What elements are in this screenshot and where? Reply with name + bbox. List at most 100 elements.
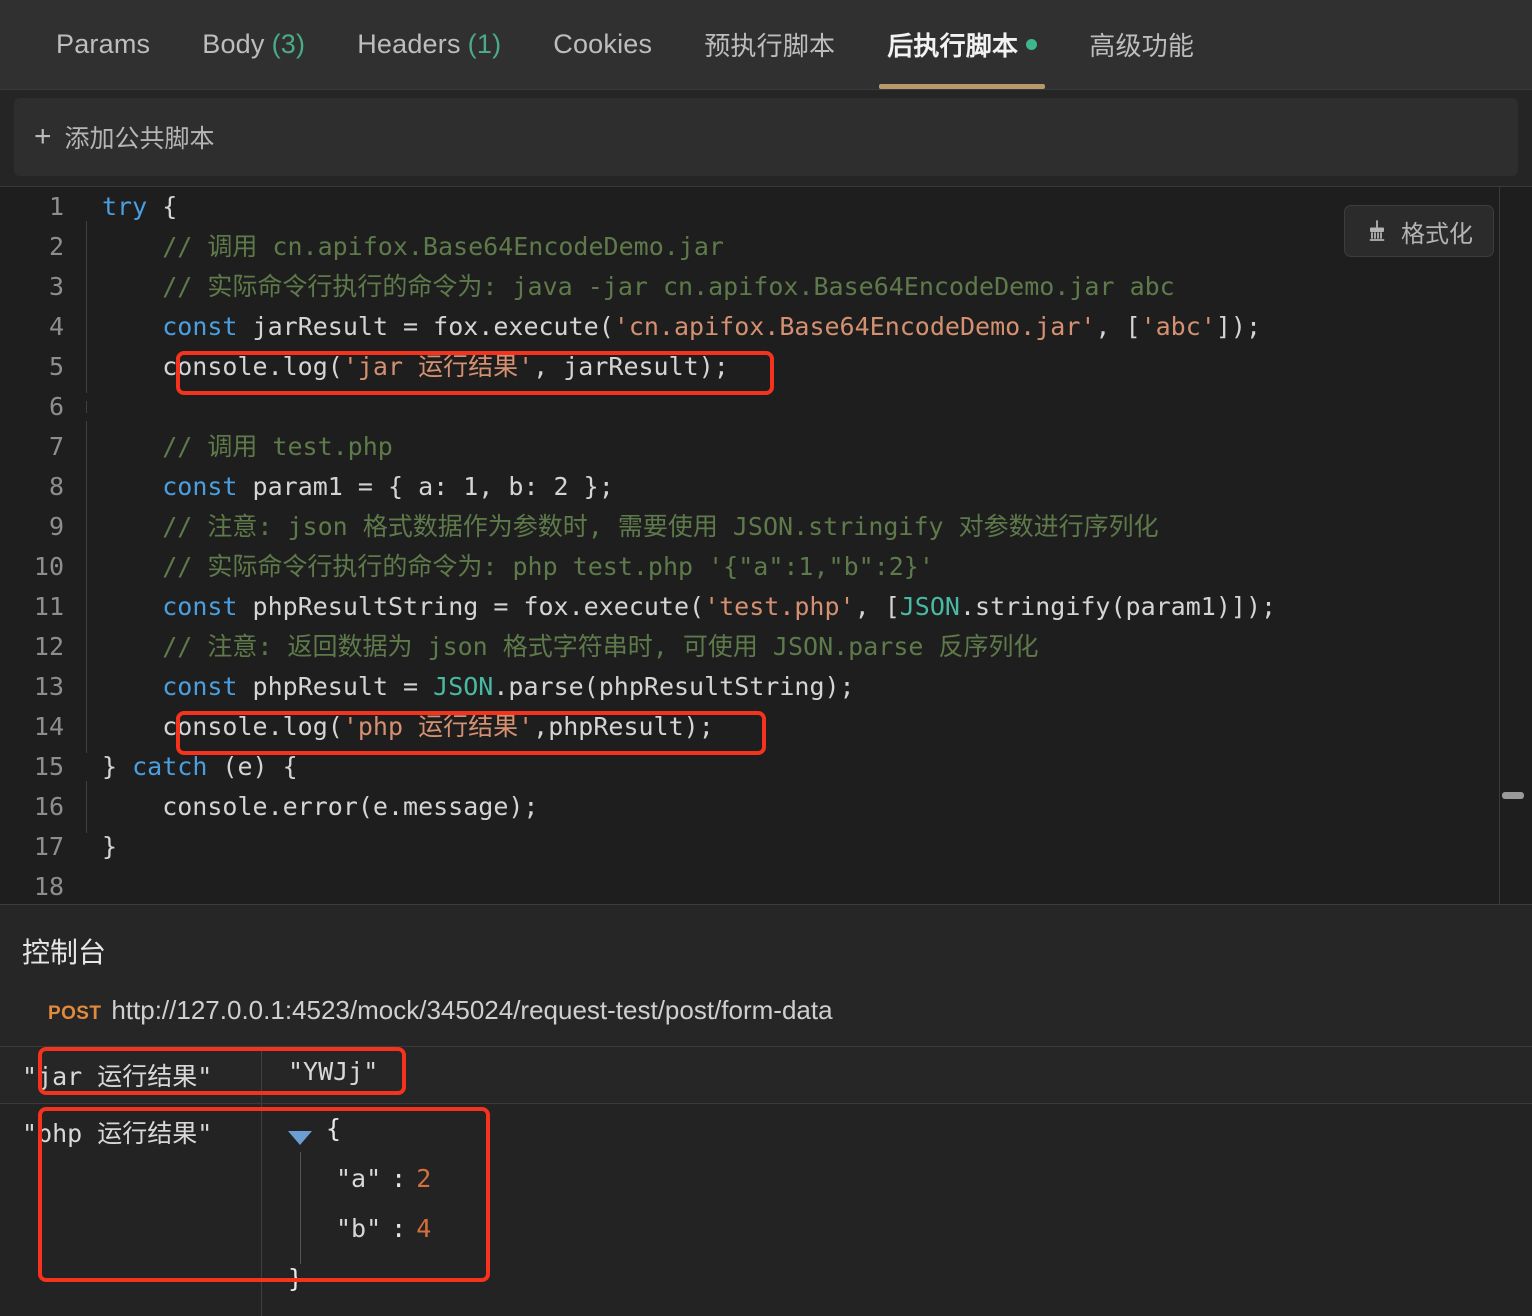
- console-log-row: "php 运行结果"{"a":2"b":4}: [0, 1103, 1532, 1316]
- tab-6[interactable]: 高级功能: [1063, 0, 1220, 89]
- console-log-value: "YWJj": [262, 1047, 1532, 1103]
- code-editor[interactable]: 1try {2 // 调用 cn.apifox.Base64EncodeDemo…: [0, 187, 1532, 904]
- code-token-kw: const: [162, 592, 237, 621]
- code-token-str: 'jar 运行结果': [343, 352, 533, 381]
- line-number: 9: [0, 507, 86, 547]
- add-common-script-button[interactable]: + 添加公共脚本: [14, 98, 1518, 176]
- line-number: 18: [0, 867, 86, 904]
- line-content[interactable]: const param1 = { a: 1, b: 2 };: [86, 467, 1532, 507]
- line-number: 1: [0, 187, 86, 227]
- console-request-line: POST http://127.0.0.1:4523/mock/345024/r…: [0, 971, 1532, 1046]
- line-content[interactable]: console.log('jar 运行结果', jarResult);: [86, 347, 1532, 387]
- code-token-str: 'php 运行结果': [343, 712, 533, 741]
- code-line: 8 const param1 = { a: 1, b: 2 };: [0, 467, 1532, 507]
- line-content[interactable]: }: [86, 827, 1532, 867]
- line-number: 6: [0, 387, 86, 427]
- line-number: 16: [0, 787, 86, 827]
- line-content[interactable]: } catch (e) {: [86, 747, 1532, 787]
- tab-5[interactable]: 后执行脚本: [861, 0, 1063, 89]
- line-number: 17: [0, 827, 86, 867]
- editor-right-border: [1499, 187, 1500, 904]
- tab-0[interactable]: Params: [30, 0, 176, 89]
- line-content[interactable]: const jarResult = fox.execute('cn.apifox…: [86, 307, 1532, 347]
- tab-label: 预执行脚本: [704, 26, 835, 63]
- code-token-plain: console.log(: [102, 712, 343, 741]
- tab-modified-dot-icon: [1026, 39, 1037, 50]
- line-content[interactable]: // 调用 test.php: [86, 427, 1532, 467]
- line-content[interactable]: // 注意: json 格式数据作为参数时, 需要使用 JSON.stringi…: [86, 507, 1532, 547]
- format-button-label: 格式化: [1401, 214, 1473, 249]
- code-token-plain: console.log(: [102, 352, 343, 381]
- tab-2[interactable]: Headers (1): [331, 0, 527, 89]
- json-tree-guide: [300, 1152, 301, 1264]
- code-editor-panel[interactable]: 1try {2 // 调用 cn.apifox.Base64EncodeDemo…: [0, 186, 1532, 904]
- format-button[interactable]: 格式化: [1344, 205, 1494, 257]
- line-content[interactable]: // 调用 cn.apifox.Base64EncodeDemo.jar: [86, 227, 1532, 267]
- code-token-cmt: // 实际命令行执行的命令为: java -jar cn.apifox.Base…: [102, 272, 1175, 301]
- console-log-value: {"a":2"b":4}: [262, 1104, 1532, 1316]
- line-number: 13: [0, 667, 86, 707]
- code-token-plain: phpResult =: [237, 672, 433, 701]
- line-number: 10: [0, 547, 86, 587]
- line-content[interactable]: console.error(e.message);: [86, 787, 1532, 827]
- json-tree-entry: "a":2: [288, 1164, 1532, 1214]
- code-token-plain: ]);: [1216, 312, 1261, 341]
- code-token-plain: phpResultString = fox.execute(: [237, 592, 704, 621]
- tab-1[interactable]: Body (3): [176, 0, 331, 89]
- indent-guide: [86, 401, 87, 413]
- console-log-row: "jar 运行结果""YWJj": [0, 1046, 1532, 1103]
- tab-count-badge: (3): [272, 29, 306, 60]
- json-entry-key: "a": [336, 1164, 381, 1193]
- line-number: 12: [0, 627, 86, 667]
- code-token-cmt: // 注意: json 格式数据作为参数时, 需要使用 JSON.stringi…: [102, 512, 1159, 541]
- json-tree-entry: "b":4: [288, 1214, 1532, 1264]
- editor-horizontal-scrollbar[interactable]: [1502, 792, 1524, 799]
- indent-guide: [86, 701, 87, 753]
- console-panel: 控制台 POST http://127.0.0.1:4523/mock/3450…: [0, 904, 1532, 1316]
- plus-icon: +: [34, 122, 52, 152]
- tab-3[interactable]: Cookies: [527, 0, 678, 89]
- line-number: 8: [0, 467, 86, 507]
- tab-4[interactable]: 预执行脚本: [678, 0, 861, 89]
- console-title: 控制台: [0, 905, 1532, 971]
- code-line: 12 // 注意: 返回数据为 json 格式字符串时, 可使用 JSON.pa…: [0, 627, 1532, 667]
- code-line: 15} catch (e) {: [0, 747, 1532, 787]
- code-line: 3 // 实际命令行执行的命令为: java -jar cn.apifox.Ba…: [0, 267, 1532, 307]
- line-content[interactable]: // 注意: 返回数据为 json 格式字符串时, 可使用 JSON.parse…: [86, 627, 1532, 667]
- code-token-plain: jarResult = fox.execute(: [237, 312, 613, 341]
- line-content[interactable]: const phpResult = JSON.parse(phpResultSt…: [86, 667, 1532, 707]
- json-entry-value: 2: [416, 1164, 431, 1193]
- code-line: 11 const phpResultString = fox.execute('…: [0, 587, 1532, 627]
- tab-label: 高级功能: [1089, 26, 1194, 63]
- line-content[interactable]: // 实际命令行执行的命令为: php test.php '{"a":1,"b"…: [86, 547, 1532, 587]
- code-token-plain: console.error(e.message);: [102, 792, 539, 821]
- code-line: 16 console.error(e.message);: [0, 787, 1532, 827]
- expand-caret-icon[interactable]: [288, 1131, 312, 1145]
- line-content[interactable]: const phpResultString = fox.execute('tes…: [86, 587, 1532, 627]
- json-entry-value: 4: [416, 1214, 431, 1243]
- line-content[interactable]: try {: [86, 187, 1532, 227]
- line-content[interactable]: console.log('php 运行结果',phpResult);: [86, 707, 1532, 747]
- code-token-plain: [102, 592, 162, 621]
- code-token-kw: try: [102, 192, 147, 221]
- line-content[interactable]: // 实际命令行执行的命令为: java -jar cn.apifox.Base…: [86, 267, 1532, 307]
- code-token-cmt: // 实际命令行执行的命令为: php test.php '{"a":1,"b"…: [102, 552, 934, 581]
- code-token-str: 'cn.apifox.Base64EncodeDemo.jar': [614, 312, 1096, 341]
- code-line: 6: [0, 387, 1532, 427]
- json-open-brace: {: [326, 1114, 341, 1143]
- tab-label: Body: [202, 29, 264, 60]
- request-tab-bar: Params Body (3) Headers (1) Cookies 预执行脚本后执行脚本…: [0, 0, 1532, 90]
- tab-label: Headers: [357, 29, 460, 60]
- request-method-badge: POST: [48, 1003, 101, 1025]
- code-line: 18: [0, 867, 1532, 904]
- code-token-kw: const: [162, 672, 237, 701]
- tab-label: Params: [56, 29, 150, 60]
- code-line: 17}: [0, 827, 1532, 867]
- tab-count-badge: (1): [468, 29, 502, 60]
- code-token-plain: ,phpResult);: [533, 712, 714, 741]
- code-token-json: JSON: [433, 672, 493, 701]
- code-line: 5 console.log('jar 运行结果', jarResult);: [0, 347, 1532, 387]
- console-log-label: "jar 运行结果": [0, 1047, 262, 1103]
- line-number: 5: [0, 347, 86, 387]
- code-line: 10 // 实际命令行执行的命令为: php test.php '{"a":1,…: [0, 547, 1532, 587]
